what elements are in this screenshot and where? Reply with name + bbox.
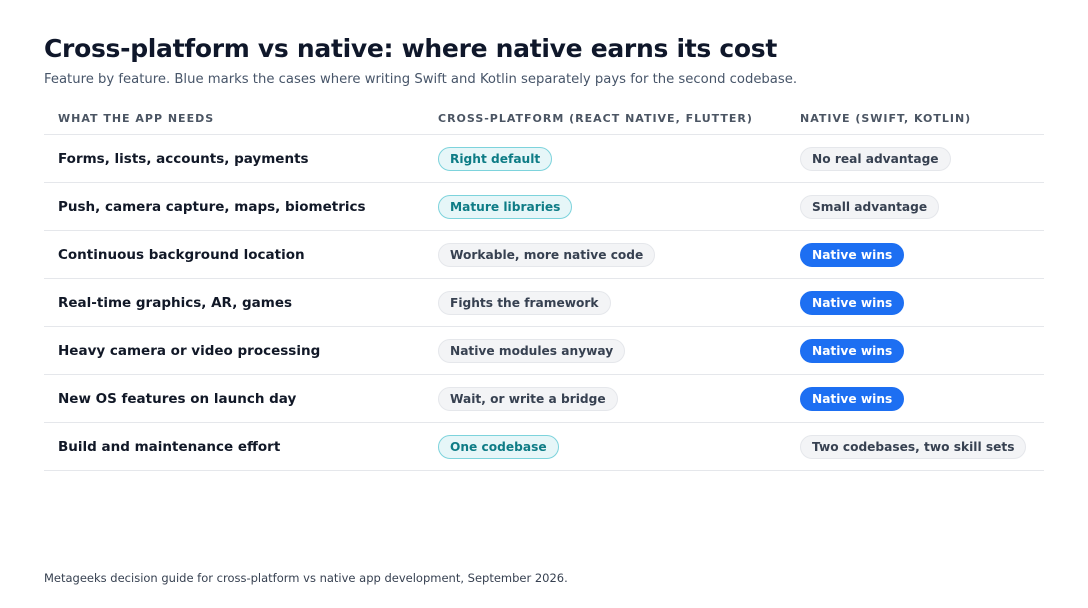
native-cell: Native wins — [800, 375, 905, 422]
table-row: Forms, lists, accounts, payments Right d… — [44, 135, 1044, 183]
column-header-cross-platform: CROSS-PLATFORM (REACT NATIVE, FLUTTER) — [438, 102, 753, 134]
column-header-need: WHAT THE APP NEEDS — [58, 102, 214, 134]
column-header-need-label: WHAT THE APP NEEDS — [58, 111, 215, 125]
native-cell: Native wins — [800, 231, 905, 278]
native-badge: Native wins — [800, 338, 905, 363]
native-cell: Two codebases, two skill sets — [800, 423, 1027, 470]
need-cell: Heavy camera or video processing — [58, 327, 320, 374]
need-cell: Real-time graphics, AR, games — [58, 279, 292, 326]
native-badge: Native wins — [800, 290, 905, 315]
cross-platform-badge: Mature libraries — [438, 194, 573, 219]
cross-platform-cell: Fights the framework — [438, 279, 611, 326]
table-row: Build and maintenance effort One codebas… — [44, 423, 1044, 471]
cross-platform-cell: Workable, more native code — [438, 231, 656, 278]
native-badge: Two codebases, two skill sets — [800, 434, 1027, 459]
column-header-native: NATIVE (SWIFT, KOTLIN) — [800, 102, 971, 134]
cross-platform-cell: One codebase — [438, 423, 559, 470]
cross-platform-badge: Fights the framework — [438, 290, 611, 315]
cross-platform-badge: Right default — [438, 146, 553, 171]
need-cell: Forms, lists, accounts, payments — [58, 135, 309, 182]
table-row: Real-time graphics, AR, games Fights the… — [44, 279, 1044, 327]
comparison-table: WHAT THE APP NEEDS CROSS-PLATFORM (REACT… — [44, 102, 1044, 471]
need-label: Real-time graphics, AR, games — [58, 294, 293, 311]
cross-platform-badge: Workable, more native code — [438, 242, 656, 267]
column-header-native-label: NATIVE (SWIFT, KOTLIN) — [800, 111, 972, 125]
cross-platform-cell: Wait, or write a bridge — [438, 375, 618, 422]
native-badge: No real advantage — [800, 146, 951, 171]
table-row: Heavy camera or video processing Native … — [44, 327, 1044, 375]
need-cell: Continuous background location — [58, 231, 305, 278]
cross-platform-cell: Right default — [438, 135, 553, 182]
need-cell: Build and maintenance effort — [58, 423, 280, 470]
table-row: Continuous background location Workable,… — [44, 231, 1044, 279]
need-label: Forms, lists, accounts, payments — [58, 150, 309, 167]
column-header-cross-platform-label: CROSS-PLATFORM (REACT NATIVE, FLUTTER) — [438, 111, 753, 125]
cross-platform-cell: Native modules anyway — [438, 327, 626, 374]
need-label: New OS features on launch day — [58, 390, 297, 407]
need-label: Push, camera capture, maps, biometrics — [58, 198, 366, 215]
native-badge: Small advantage — [800, 194, 940, 219]
table-header-row: WHAT THE APP NEEDS CROSS-PLATFORM (REACT… — [44, 102, 1044, 135]
cross-platform-cell: Mature libraries — [438, 183, 573, 230]
need-label: Build and maintenance effort — [58, 438, 281, 455]
native-cell: Native wins — [800, 327, 905, 374]
cross-platform-badge: One codebase — [438, 434, 559, 459]
need-label: Heavy camera or video processing — [58, 342, 321, 359]
native-badge: Native wins — [800, 386, 905, 411]
cross-platform-badge: Native modules anyway — [438, 338, 626, 363]
native-cell: Small advantage — [800, 183, 940, 230]
need-cell: New OS features on launch day — [58, 375, 296, 422]
native-cell: Native wins — [800, 279, 905, 326]
table-row: Push, camera capture, maps, biometrics M… — [44, 183, 1044, 231]
page-title: Cross-platform vs native: where native e… — [44, 34, 777, 63]
page-subtitle: Feature by feature. Blue marks the cases… — [44, 72, 798, 87]
native-cell: No real advantage — [800, 135, 951, 182]
source-note: Metageeks decision guide for cross-platf… — [44, 571, 568, 585]
native-badge: Native wins — [800, 242, 905, 267]
cross-platform-badge: Wait, or write a bridge — [438, 386, 618, 411]
table-row: New OS features on launch day Wait, or w… — [44, 375, 1044, 423]
need-cell: Push, camera capture, maps, biometrics — [58, 183, 366, 230]
need-label: Continuous background location — [58, 246, 305, 263]
